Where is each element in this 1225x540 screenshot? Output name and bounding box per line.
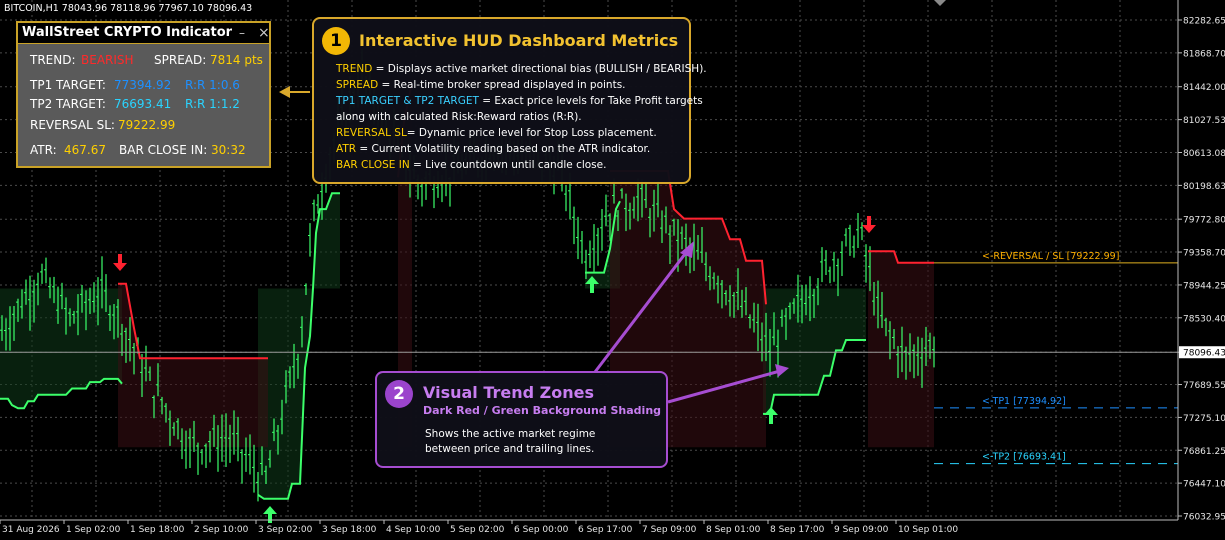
badge-two: 2: [385, 380, 413, 408]
callout1-line: ATR = Current Volatility reading based o…: [336, 143, 650, 155]
minimize-icon[interactable]: –: [239, 23, 245, 43]
callout2-line2: between price and trailing lines.: [425, 443, 595, 455]
bar-close-value: 30:32: [211, 143, 246, 157]
trend-label: TREND:: [30, 53, 76, 67]
time-tick-label: 31 Aug 2026: [2, 525, 60, 535]
callout1-keyword: TREND: [336, 63, 373, 75]
price-tick-label: 76447.10: [1183, 480, 1225, 490]
price-tick-label: 80613.08: [1183, 149, 1225, 159]
callout1-keyword: SPREAD: [336, 79, 379, 91]
tp2-value: 76693.41: [114, 97, 172, 111]
bearish-zone: [118, 283, 268, 448]
callout1-text: = Current Volatility reading based on th…: [356, 143, 651, 155]
callout-hud-metrics: 1 Interactive HUD Dashboard Metrics TREN…: [312, 17, 707, 184]
tp1-value: 77394.92: [114, 78, 172, 92]
callout1-line: SPREAD = Real-time broker spread display…: [336, 79, 626, 91]
close-icon[interactable]: ×: [258, 23, 270, 43]
price-tick-label: 81027.53: [1183, 116, 1225, 126]
callout1-text: along with calculated Risk:Reward ratios…: [336, 111, 582, 123]
time-tick-label: 3 Sep 02:00: [258, 525, 313, 535]
time-tick-label: 8 Sep 17:00: [770, 525, 825, 535]
callout1-line: TP1 TARGET & TP2 TARGET = Exact price le…: [336, 95, 703, 107]
callout1-line: along with calculated Risk:Reward ratios…: [336, 111, 582, 123]
price-tick-label: 76861.25: [1183, 447, 1225, 457]
time-tick-label: 1 Sep 18:00: [130, 525, 185, 535]
price-tick-label: 81442.00: [1183, 83, 1225, 93]
atr-label: ATR:: [30, 143, 57, 157]
hud-dashboard[interactable]: WallStreet CRYPTO Indicator – × TREND: B…: [16, 21, 271, 168]
callout1-title: Interactive HUD Dashboard Metrics: [359, 31, 679, 50]
price-tick-label: 77275.10: [1183, 414, 1225, 424]
price-tick-label: 79358.70: [1183, 249, 1225, 259]
callout1-line: REVERSAL SL= Dynamic price level for Sto…: [336, 127, 657, 139]
tp2-label: TP2 TARGET:: [30, 97, 106, 111]
callout1-text: = Real-time broker spread displayed in p…: [378, 79, 626, 91]
time-tick-label: 6 Sep 00:00: [514, 525, 569, 535]
tp2-rr: R:R 1:1.2: [185, 97, 240, 111]
sell-arrow-icon: [113, 254, 127, 271]
chart-shift-icon[interactable]: [934, 0, 946, 6]
price-tick-label: 81868.70: [1183, 49, 1225, 59]
tp1-level-label: <-TP1 [77394.92]: [982, 396, 1066, 407]
price-tick-label: 80198.63: [1183, 182, 1225, 192]
badge-one: 1: [322, 27, 350, 55]
time-tick-label: 4 Sep 10:00: [386, 525, 441, 535]
tp1-label: TP1 TARGET:: [30, 78, 106, 92]
callout1-line: TREND = Displays active market direction…: [336, 63, 707, 75]
callout1-text: = Dynamic price level for Stop Loss plac…: [406, 127, 657, 139]
price-tick-label: 77689.55: [1183, 381, 1225, 391]
time-tick-label: 3 Sep 18:00: [322, 525, 377, 535]
price-tick-label: 76032.95: [1183, 513, 1225, 523]
time-tick-label: 9 Sep 09:00: [834, 525, 889, 535]
time-tick-label: 10 Sep 01:00: [898, 525, 958, 535]
callout2-title: Visual Trend Zones: [423, 383, 595, 402]
price-tick-label: 78530.40: [1183, 314, 1225, 324]
callout1-keyword: BAR CLOSE IN: [336, 159, 410, 171]
price-tick-label: 78096.43: [1183, 349, 1225, 359]
reversal-level-label: <-REVERSAL / SL [79222.99]: [982, 251, 1119, 262]
callout1-pointer-head: [279, 86, 290, 98]
price-tick-label: 79772.80: [1183, 216, 1225, 226]
callout1-text: = Exact price levels for Take Profit tar…: [478, 95, 703, 107]
time-tick-label: 1 Sep 02:00: [66, 525, 121, 535]
callout2-line1: Shows the active market regime: [425, 428, 596, 440]
tp2-level-label: <-TP2 [76693.41]: [982, 452, 1066, 463]
callout1-keyword: REVERSAL SL: [336, 127, 407, 139]
time-tick-label: 2 Sep 10:00: [194, 525, 249, 535]
bearish-trailing-line: [118, 282, 268, 360]
sl-value: 79222.99: [118, 118, 176, 132]
bearish-zone: [868, 251, 934, 448]
price-tick-label: 82282.65: [1183, 17, 1225, 27]
atr-value: 467.67: [64, 143, 106, 157]
time-tick-label: 5 Sep 02:00: [450, 525, 505, 535]
hud-title: WallStreet CRYPTO Indicator: [18, 23, 269, 44]
callout1-text: = Live countdown until candle close.: [409, 159, 607, 171]
spread-value: 7814 pts: [210, 53, 263, 67]
sl-label: REVERSAL SL:: [30, 118, 115, 132]
spread-label: SPREAD:: [154, 53, 207, 67]
callout1-keyword: TP1 TARGET & TP2 TARGET: [336, 95, 479, 107]
trend-value: BEARISH: [81, 53, 134, 67]
price-tick-label: 78944.25: [1183, 281, 1225, 291]
callout1-line: BAR CLOSE IN = Live countdown until cand…: [336, 159, 606, 171]
time-tick-label: 8 Sep 01:00: [706, 525, 761, 535]
callout1-keyword: ATR: [336, 143, 357, 155]
callout1-text: = Displays active market directional bia…: [372, 63, 707, 75]
time-tick-label: 6 Sep 17:00: [578, 525, 633, 535]
bar-close-label: BAR CLOSE IN:: [119, 143, 208, 157]
symbol-line: BITCOIN,H1 78043.96 78118.96 77967.10 78…: [4, 3, 252, 14]
callout2-subtitle: Dark Red / Green Background Shading: [423, 404, 662, 417]
callout-trend-zones: 2 Visual Trend Zones Dark Red / Green Ba…: [375, 371, 668, 468]
tp1-rr: R:R 1:0.6: [185, 78, 240, 92]
time-tick-label: 7 Sep 09:00: [642, 525, 697, 535]
